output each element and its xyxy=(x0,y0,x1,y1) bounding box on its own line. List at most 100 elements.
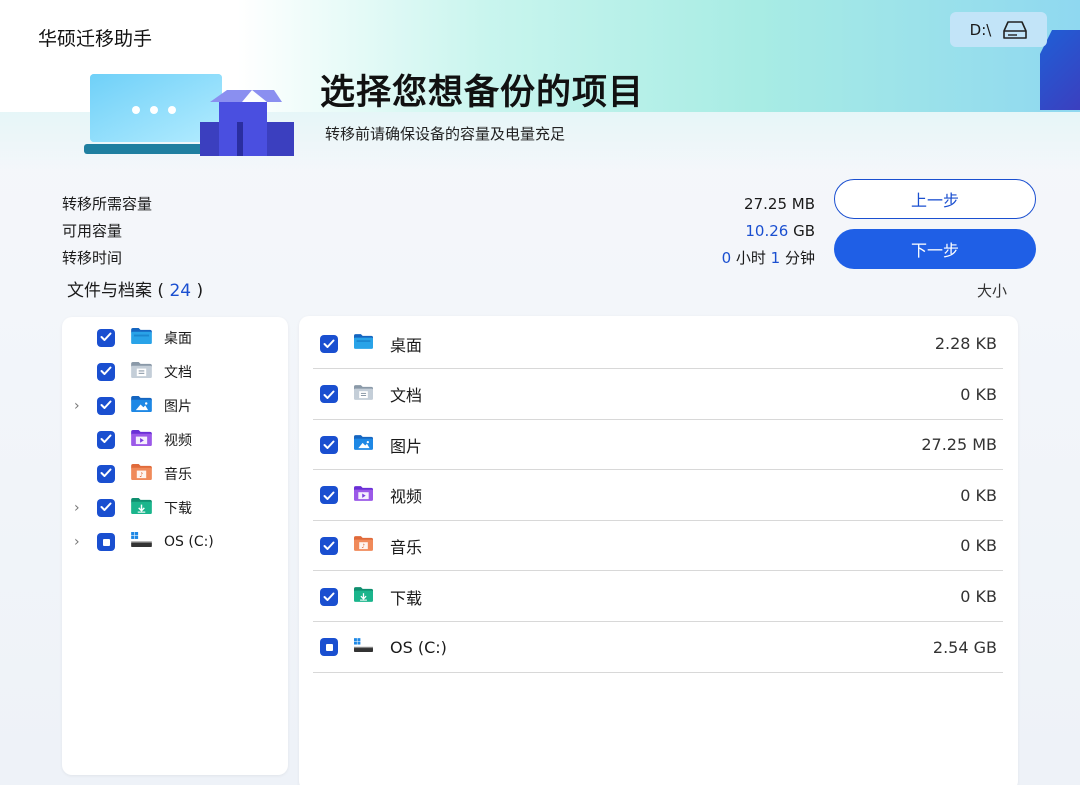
section-title-suffix: ) xyxy=(191,281,204,301)
drive-label: D:\ xyxy=(969,20,992,39)
file-list-row[interactable]: 图片 27.25 MB xyxy=(313,420,1003,471)
file-list-size: 27.25 MB xyxy=(921,435,997,455)
time-hours-unit: 小时 xyxy=(731,249,771,267)
tree-item-label: 文档 xyxy=(164,365,192,381)
checkbox-checked[interactable] xyxy=(97,431,115,449)
checkbox-checked[interactable] xyxy=(97,363,115,381)
chevron-right-icon[interactable]: › xyxy=(74,501,86,515)
checkbox-checked[interactable] xyxy=(320,536,338,555)
chevron-right-icon[interactable]: › xyxy=(74,535,86,549)
file-count: 24 xyxy=(169,281,192,301)
time-minutes: 1 xyxy=(770,249,781,267)
required-capacity-label: 转移所需容量 xyxy=(62,195,153,213)
file-list-size: 2.54 GB xyxy=(932,637,997,657)
file-list-row[interactable]: 下载 0 KB xyxy=(313,572,1003,622)
chevron-right-icon[interactable]: › xyxy=(74,399,86,413)
file-list-name: 下载 xyxy=(390,588,423,608)
file-list-name: 文档 xyxy=(390,386,423,406)
checkbox-checked[interactable] xyxy=(97,397,115,415)
checkmark-icon xyxy=(100,398,112,414)
tree-item-label: 音乐 xyxy=(164,467,192,483)
desktop-folder-icon xyxy=(131,328,152,348)
checkbox-partial[interactable] xyxy=(97,533,115,551)
checkmark-icon xyxy=(323,385,335,404)
tree-item[interactable]: › 下载 xyxy=(62,496,288,520)
tree-item-label: 下载 xyxy=(164,501,192,517)
section-title-prefix: 文件与档案 ( xyxy=(67,281,170,301)
videos-folder-icon xyxy=(131,430,152,450)
checkbox-checked[interactable] xyxy=(320,385,338,404)
documents-folder-icon xyxy=(131,362,152,382)
time-minutes-unit: 分钟 xyxy=(780,249,815,267)
os-drive-icon xyxy=(354,637,373,657)
tree-item[interactable]: 文档 xyxy=(62,360,288,384)
available-capacity-value: 10.26 GB xyxy=(722,218,815,245)
tree-item[interactable]: › OS (C:) xyxy=(62,530,288,554)
transfer-time-value: 0 小时 1 分钟 xyxy=(722,245,815,272)
file-list-size: 0 KB xyxy=(960,536,997,556)
time-hours: 0 xyxy=(721,249,732,267)
tree-item-label: 视频 xyxy=(164,433,192,449)
svg-text:♪: ♪ xyxy=(361,544,365,551)
tree-item-label: OS (C:) xyxy=(164,534,214,550)
hard-drive-icon xyxy=(1003,20,1028,40)
checkbox-checked[interactable] xyxy=(97,499,115,517)
tree-item[interactable]: ♪ 音乐 xyxy=(62,462,288,486)
checkmark-icon xyxy=(100,364,112,380)
tree-item-label: 图片 xyxy=(164,399,192,415)
music-folder-icon: ♪ xyxy=(354,536,373,555)
file-list-row[interactable]: ♪ 音乐 0 KB xyxy=(313,521,1003,572)
checkbox-checked[interactable] xyxy=(320,435,338,454)
files-section-title: 文件与档案 ( 24 ) xyxy=(67,276,203,301)
file-list-name: 音乐 xyxy=(390,537,423,557)
page-subtitle: 转移前请确保设备的容量及电量充足 xyxy=(325,125,566,143)
checkbox-checked[interactable] xyxy=(97,465,115,483)
file-list-name: 图片 xyxy=(390,436,423,456)
videos-folder-icon xyxy=(354,485,373,505)
checkbox-checked[interactable] xyxy=(97,329,115,347)
summary-values: 27.25 MB 10.26 GB 0 小时 1 分钟 xyxy=(722,191,815,272)
tree-item[interactable]: 视频 xyxy=(62,428,288,452)
checkmark-icon xyxy=(323,486,335,505)
transfer-time-label: 转移时间 xyxy=(62,249,123,267)
available-number: 10.26 xyxy=(745,222,789,240)
page-title: 选择您想备份的项目 xyxy=(320,73,645,113)
app-title: 华硕迁移助手 xyxy=(38,28,153,50)
file-list-size: 0 KB xyxy=(960,485,997,505)
file-list-name: 桌面 xyxy=(390,335,423,355)
checkmark-icon xyxy=(100,466,112,482)
next-step-button[interactable]: 下一步 xyxy=(834,229,1036,269)
file-list-name: OS (C:) xyxy=(390,637,447,657)
documents-folder-icon xyxy=(354,384,373,404)
checkbox-checked[interactable] xyxy=(320,587,338,606)
drive-selector-button[interactable]: D:\ xyxy=(950,12,1047,47)
pictures-folder-icon xyxy=(131,396,152,416)
checkmark-icon xyxy=(323,435,335,454)
music-folder-icon: ♪ xyxy=(131,464,152,484)
transfer-illustration xyxy=(82,72,297,162)
checkbox-partial[interactable] xyxy=(320,638,338,657)
file-list-panel: 桌面 2.28 KB 文档 0 KB 图片 27.25 MB 视频 0 KB ♪ 音乐 0 … xyxy=(299,316,1018,785)
checkmark-icon xyxy=(323,536,335,555)
summary-labels: 转移所需容量 可用容量 转移时间 xyxy=(62,191,152,272)
available-unit: GB xyxy=(788,222,815,240)
checkmark-icon xyxy=(100,330,112,346)
folder-tree-panel: 桌面 文档 › 图片 视频 ♪ 音乐 › 下载 › OS (C:) xyxy=(62,317,288,775)
checkbox-checked[interactable] xyxy=(320,334,338,353)
desktop-folder-icon xyxy=(354,334,373,353)
file-list-row[interactable]: OS (C:) 2.54 GB xyxy=(313,623,1003,673)
required-capacity-value: 27.25 MB xyxy=(744,195,815,213)
checkmark-icon xyxy=(100,432,112,448)
file-list-name: 视频 xyxy=(390,487,423,507)
checkmark-icon xyxy=(100,500,112,516)
checkbox-checked[interactable] xyxy=(320,486,338,505)
tree-item[interactable]: 桌面 xyxy=(62,326,288,350)
previous-step-button[interactable]: 上一步 xyxy=(834,179,1036,219)
file-list-row[interactable]: 视频 0 KB xyxy=(313,471,1003,521)
tree-item[interactable]: › 图片 xyxy=(62,394,288,418)
pictures-folder-icon xyxy=(354,435,373,454)
file-list-row[interactable]: 文档 0 KB xyxy=(313,370,1003,420)
file-list-row[interactable]: 桌面 2.28 KB xyxy=(313,319,1003,369)
size-column-header: 大小 xyxy=(976,282,1007,300)
checkmark-icon xyxy=(323,587,335,606)
